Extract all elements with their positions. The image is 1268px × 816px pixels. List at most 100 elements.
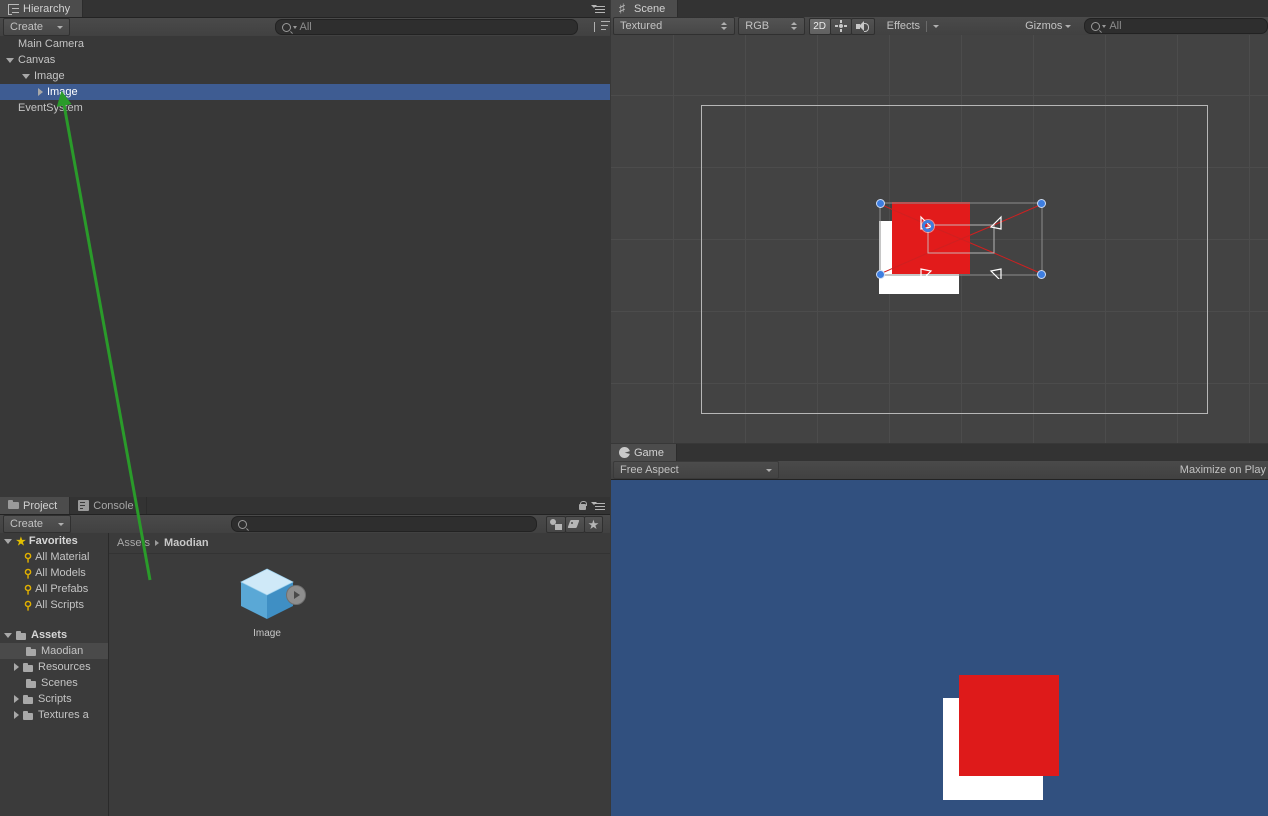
project-create-button[interactable]: Create (3, 515, 71, 533)
search-icon (238, 519, 247, 529)
folder-icon (26, 678, 37, 688)
chevron-down-icon (58, 522, 64, 526)
draw-mode-dropdown[interactable]: Textured (613, 17, 736, 35)
hierarchy-item-label: Canvas (18, 54, 56, 66)
search-icon (1091, 21, 1101, 31)
unity-editor-window: Hierarchy Create All Main Camera Canvas Im… (0, 0, 1268, 816)
game-viewport[interactable] (611, 480, 1268, 816)
hierarchy-tabbar: Hierarchy (0, 0, 610, 18)
tab-project[interactable]: Project (0, 497, 71, 514)
lock-icon[interactable] (579, 501, 587, 510)
project-favorite-label: All Material (35, 551, 90, 563)
project-menu-icon[interactable] (591, 500, 605, 510)
tab-console[interactable]: Console (70, 497, 147, 514)
favorite-star-icon[interactable]: ★ (584, 515, 603, 533)
aspect-ratio-label: Free Aspect (620, 464, 679, 476)
effects-dropdown[interactable]: Effects (880, 17, 946, 35)
chevron-right-icon[interactable] (14, 711, 19, 719)
project-favorite-item-0[interactable]: ⚲ All Material (0, 549, 108, 565)
project-favorites-header[interactable]: ★ Favorites (0, 533, 108, 549)
hierarchy-menu-icon[interactable] (591, 3, 605, 13)
scene-tabbar: ♯ Scene (611, 0, 1268, 18)
project-folder-label: Textures a (38, 709, 89, 721)
search-query-icon: ⚲ (24, 599, 33, 612)
chevron-down-icon[interactable] (4, 538, 12, 544)
project-favorite-item-2[interactable]: ⚲ All Prefabs (0, 581, 108, 597)
chevron-right-icon[interactable] (14, 695, 19, 703)
filter-by-label-icon[interactable] (565, 515, 585, 533)
project-folder-item-resources[interactable]: Resources (0, 659, 108, 675)
project-folder-item-maodian[interactable]: Maodian (0, 643, 108, 659)
search-dropdown-icon (292, 25, 297, 29)
gizmo-handle-bottom-right[interactable] (1037, 270, 1046, 279)
tab-console-label: Console (93, 499, 134, 512)
project-folder-item-scripts[interactable]: Scripts (0, 691, 108, 707)
tab-game[interactable]: Game (611, 444, 677, 461)
gizmo-handle-top-right[interactable] (1037, 199, 1046, 208)
updown-arrows-icon (721, 21, 728, 31)
hierarchy-search-input[interactable]: All (274, 19, 579, 35)
scene-viewport[interactable] (611, 35, 1268, 443)
chevron-down-icon (1065, 24, 1072, 28)
hierarchy-item-image-3[interactable]: Image (0, 84, 610, 100)
gizmo-handle-top-left[interactable] (876, 199, 885, 208)
gizmo-handle-bottom-left[interactable] (876, 270, 885, 279)
project-assets-header[interactable]: Assets (0, 627, 108, 643)
scene-grid-icon: ♯ (619, 1, 625, 15)
hierarchy-tree: Main Camera Canvas Image Image EventSystem (0, 36, 610, 496)
hierarchy-item-image-2[interactable]: Image (0, 68, 610, 84)
toggle-2d-button[interactable]: 2D (808, 17, 831, 35)
hierarchy-search-text: All (299, 21, 312, 33)
toggle-lighting-button[interactable] (829, 17, 852, 35)
prefab-cube-icon (237, 563, 306, 623)
chevron-down-icon (766, 468, 772, 472)
project-favorite-label: All Models (35, 567, 86, 579)
hierarchy-item-canvas-1[interactable]: Canvas (0, 52, 610, 68)
folder-icon (26, 646, 37, 656)
filter-by-type-icon[interactable] (546, 515, 566, 533)
gizmo-pivot-handle[interactable] (922, 220, 934, 232)
breadcrumb-current[interactable]: Maodian (164, 537, 209, 549)
project-favorite-item-3[interactable]: ⚲ All Scripts (0, 597, 108, 613)
scene-search-text: All (1109, 20, 1122, 32)
hierarchy-item-main-camera-0[interactable]: Main Camera (0, 36, 610, 52)
hierarchy-item-label: Image (34, 70, 65, 82)
toggle-audio-button[interactable] (850, 17, 875, 35)
create-button[interactable]: Create (3, 18, 70, 36)
asset-item-image[interactable]: Image (231, 563, 306, 639)
hierarchy-item-eventsystem-4[interactable]: EventSystem (0, 100, 610, 116)
project-toolbar: Create ★ (0, 515, 610, 534)
chevron-right-icon[interactable] (14, 663, 19, 671)
maximize-on-play-toggle[interactable]: Maximize on Play (1180, 464, 1266, 476)
tab-hierarchy[interactable]: Hierarchy (0, 0, 84, 17)
breadcrumb-root[interactable]: Assets (117, 537, 150, 549)
chevron-down-icon[interactable] (6, 57, 14, 63)
project-search-input[interactable] (231, 516, 537, 532)
hierarchy-list-icon (8, 3, 19, 15)
project-folder-item-textures-a[interactable]: Textures a (0, 707, 108, 723)
chevron-down-icon[interactable] (4, 632, 12, 638)
search-query-icon: ⚲ (24, 583, 33, 596)
project-folder-item-scenes[interactable]: Scenes (0, 675, 108, 691)
project-favorites-label: Favorites (28, 535, 78, 547)
gizmos-label: Gizmos (1025, 20, 1063, 32)
hierarchy-item-label: EventSystem (18, 102, 83, 114)
chevron-down-icon[interactable] (22, 73, 30, 79)
folder-icon (16, 630, 27, 640)
scene-toolbar: Textured RGB 2D Effects Gizmos All (611, 17, 1268, 36)
project-folder-tree: ★ Favorites ⚲ All Material ⚲ All Models ⚲ All P… (0, 533, 109, 816)
project-panel: Project Console Create ★ ★ Favorites ⚲ A… (0, 497, 610, 816)
gizmos-dropdown[interactable]: Gizmos (1018, 17, 1078, 35)
chevron-right-icon[interactable] (38, 88, 43, 96)
project-favorite-item-1[interactable]: ⚲ All Models (0, 565, 108, 581)
scene-search-input[interactable]: All (1084, 18, 1268, 34)
tab-scene[interactable]: ♯ Scene (611, 0, 679, 17)
folder-icon (23, 662, 34, 672)
effects-label: Effects (886, 20, 921, 32)
project-assets-label: Assets (31, 629, 68, 641)
aspect-ratio-dropdown[interactable]: Free Aspect (613, 461, 779, 479)
create-button-label: Create (10, 21, 44, 33)
console-icon (78, 500, 90, 511)
color-mode-dropdown[interactable]: RGB (738, 17, 805, 35)
alphabetical-sort-icon[interactable] (594, 20, 610, 34)
